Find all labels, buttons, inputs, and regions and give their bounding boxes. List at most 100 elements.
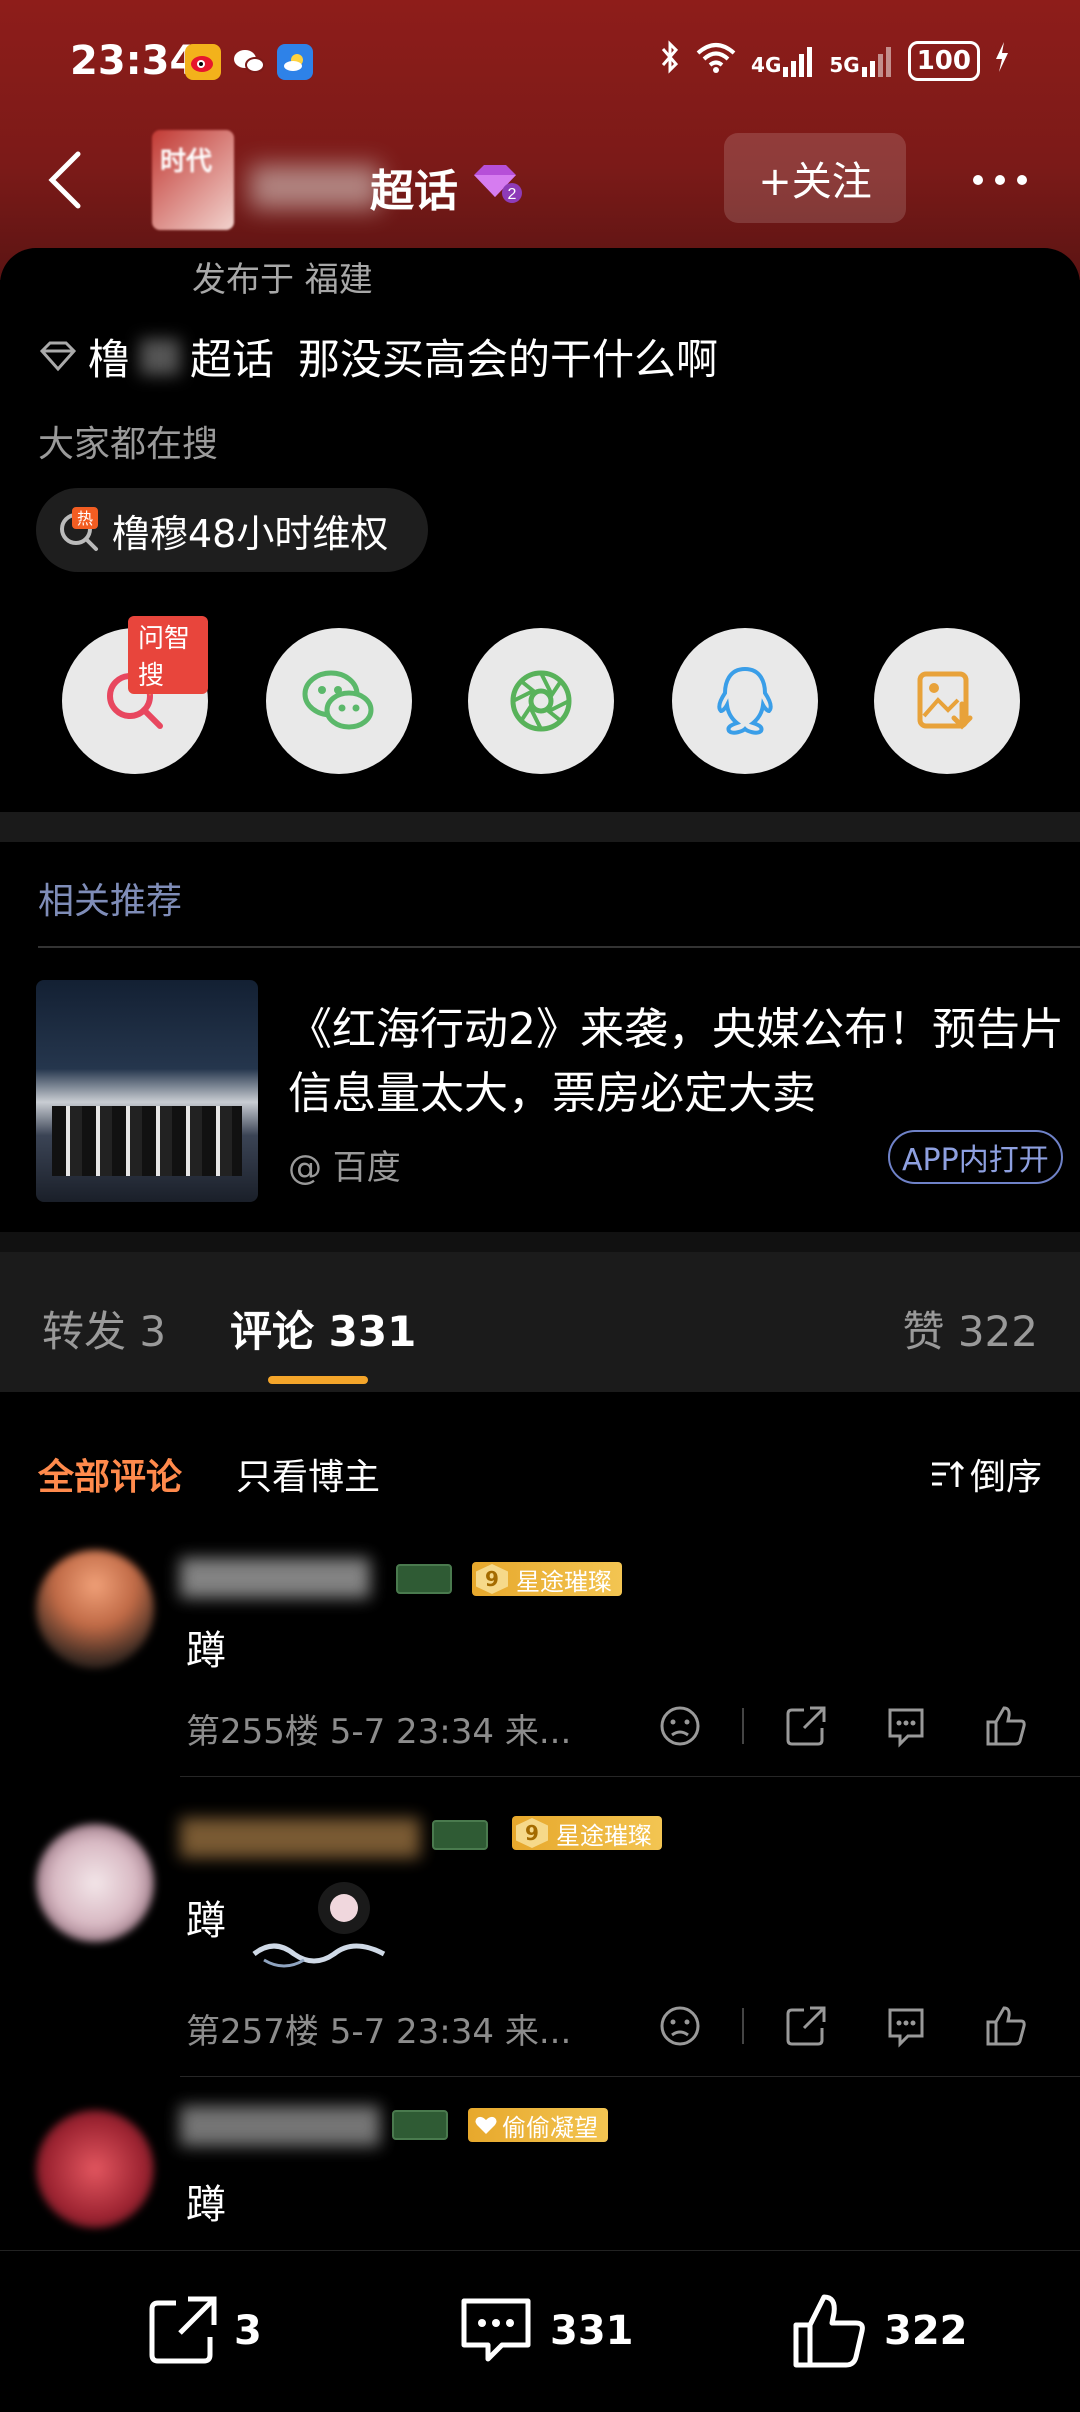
fan-badge-label: 偷偷凝望: [502, 2113, 598, 2142]
bluetooth-icon: [659, 40, 681, 81]
ai-search-button[interactable]: 问智搜: [62, 616, 208, 774]
like-comment-button[interactable]: [976, 1696, 1036, 1756]
repost-comment-button[interactable]: [776, 1996, 836, 2056]
heart-badge-icon: [475, 2116, 497, 2134]
topic-title[interactable]: 超话: [370, 155, 458, 219]
more-dot-icon: [1017, 175, 1027, 185]
comment-actions: [650, 1996, 1050, 2056]
topic-prefix: 橹: [88, 335, 131, 384]
fan-badge-label: 星途璀璨: [556, 1821, 652, 1850]
recommend-thumbnail: [36, 980, 258, 1202]
fan-badge-label: 星途璀璨: [516, 1567, 612, 1596]
wifi-icon: [695, 41, 737, 80]
frown-icon: [660, 2006, 700, 2046]
avatar[interactable]: [36, 2110, 154, 2228]
hot-search-chip[interactable]: 热 橹穆48小时维权: [36, 488, 429, 572]
like-comment-button[interactable]: [976, 1996, 1036, 2056]
ai-search-badge: 问智搜: [128, 616, 208, 694]
svg-text:2: 2: [508, 186, 517, 203]
repost-comment-button[interactable]: [776, 1696, 836, 1756]
follow-button[interactable]: +关注: [724, 133, 906, 223]
divider: [742, 1708, 744, 1744]
blurred-topic-name: [250, 165, 380, 209]
battery-indicator: 100: [907, 40, 980, 81]
qq-icon: [717, 666, 773, 735]
bottom-action-bar: 3 331 322: [0, 2250, 1080, 2412]
divider: [742, 2008, 744, 2044]
fan-badge[interactable]: 9 星途璀璨: [512, 1816, 662, 1850]
comment-text: 蹲: [186, 1628, 226, 1674]
topic-avatar[interactable]: 时代: [152, 130, 234, 230]
back-button[interactable]: [36, 145, 96, 215]
frown-icon: [660, 1706, 700, 1746]
topic-suffix: 超话: [190, 335, 275, 384]
more-dot-icon: [973, 175, 983, 185]
fan-level: 9: [516, 1818, 548, 1848]
status-time: 23:34: [70, 38, 198, 84]
fan-badge[interactable]: 9 星途璀璨: [472, 1562, 622, 1596]
divider: [180, 1776, 1080, 1777]
save-image-button[interactable]: [874, 628, 1020, 774]
dislike-button[interactable]: [650, 1696, 710, 1756]
status-indicators: 4G 5G 100: [659, 40, 1010, 81]
trending-search-label: 大家都在搜: [38, 424, 219, 465]
like-button[interactable]: 322: [790, 2291, 968, 2371]
comment-text: 蹲: [186, 2182, 226, 2228]
avatar[interactable]: [36, 1550, 154, 1668]
filter-all-comments[interactable]: 全部评论: [38, 1448, 182, 1500]
avatar[interactable]: [36, 1824, 154, 1942]
diamond-icon: [39, 341, 77, 371]
weather-notification-icon: [277, 44, 313, 80]
moments-icon: [510, 670, 572, 732]
comment-icon: [461, 2298, 531, 2362]
super-topic-gem-icon: 2: [474, 165, 522, 203]
post-tabs: 转发 3 评论 331 赞 322: [0, 1252, 1080, 1392]
chevron-left-icon: [48, 151, 81, 209]
reply-button[interactable]: [876, 1996, 936, 2056]
share-qq-button[interactable]: [672, 628, 818, 774]
thumbs-up-icon: [986, 2006, 1026, 2046]
fan-badge[interactable]: 偷偷凝望: [468, 2108, 608, 2142]
recommend-source: @ 百度: [288, 1148, 401, 1188]
post-topic-line[interactable]: 橹 超话 那没买高会的干什么啊: [38, 326, 718, 387]
recommend-title: 《红海行动2》来袭，央媒公布！预告片信息量太大，票房必定大卖: [288, 1004, 1064, 1119]
sticker-image: [252, 1882, 386, 1968]
tab-likes[interactable]: 赞 322: [902, 1298, 1038, 1359]
blurred-username: [180, 2106, 380, 2146]
comment-count: 331: [550, 2308, 634, 2354]
dislike-button[interactable]: [650, 1996, 710, 2056]
hot-search-query: 橹穆48小时维权: [112, 511, 389, 556]
network-type-5g: 5G: [829, 52, 860, 77]
wechat-notification-icon: [231, 44, 267, 80]
topic-avatar-text: 时代: [160, 147, 213, 177]
hot-search-icon: 热: [56, 507, 102, 553]
sort-icon: [931, 1460, 964, 1487]
signal-5g: 5G: [829, 45, 893, 77]
active-tab-indicator: [268, 1376, 368, 1384]
reply-button[interactable]: [876, 1696, 936, 1756]
comment-actions: [650, 1696, 1050, 1756]
blurred-username: [180, 1558, 370, 1598]
filter-op-only[interactable]: 只看博主: [236, 1448, 380, 1500]
more-options-button[interactable]: [960, 155, 1040, 205]
more-dot-icon: [995, 175, 1005, 185]
thumbnail-people: [52, 1106, 242, 1176]
user-tag: [392, 2110, 448, 2140]
comment-meta: 第255楼 5-7 23:34 来...: [186, 1712, 572, 1752]
recommend-card[interactable]: 《红海行动2》来袭，央媒公布！预告片信息量太大，票房必定大卖 @ 百度 APP内…: [0, 950, 1080, 1232]
repost-button[interactable]: 3: [144, 2291, 262, 2371]
comment-button[interactable]: 331: [456, 2291, 634, 2371]
comment-icon: [888, 1708, 924, 1748]
sort-button[interactable]: 倒序: [930, 1448, 1042, 1500]
tab-comments[interactable]: 评论 331: [230, 1298, 416, 1359]
open-in-app-button[interactable]: APP内打开: [888, 1130, 1063, 1184]
thumbs-up-icon: [986, 1706, 1026, 1746]
share-moments-button[interactable]: [468, 628, 614, 774]
like-count: 322: [884, 2308, 968, 2354]
comment-item: 9 星途璀璨 蹲 第257楼 5-7 23:34 来...: [0, 1778, 1080, 2078]
share-icon: [786, 1706, 826, 1746]
share-wechat-button[interactable]: [266, 628, 412, 774]
comment-item: 偷偷凝望 蹲: [0, 2086, 1080, 2246]
tab-repost[interactable]: 转发 3: [42, 1298, 166, 1359]
section-divider: [0, 1232, 1080, 1252]
